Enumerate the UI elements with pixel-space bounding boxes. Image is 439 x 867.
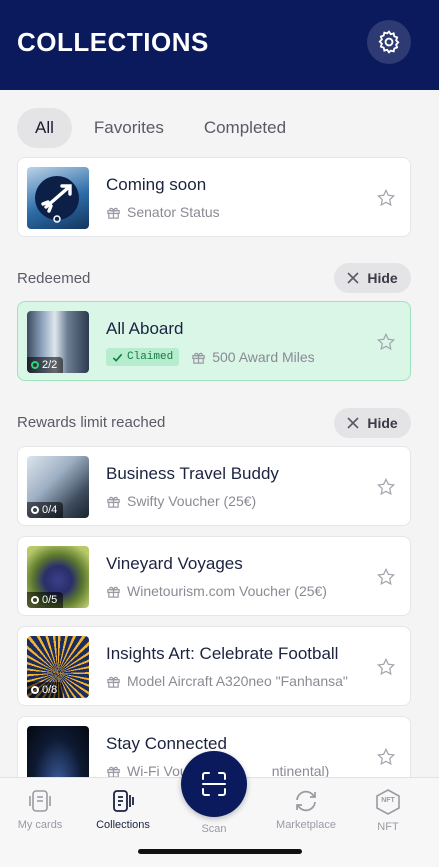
gear-icon [378, 30, 400, 54]
collection-card-business-travel-buddy[interactable]: 0/4 Business Travel Buddy Swifty Voucher… [17, 446, 411, 526]
collection-name: Coming soon [106, 175, 207, 194]
collection-card-vineyard-voyages[interactable]: 0/5 Vineyard Voyages Winetourism.com Vou… [17, 536, 411, 616]
cards-icon [29, 790, 51, 812]
home-indicator [138, 849, 302, 854]
refresh-exchange-icon [296, 790, 316, 812]
collection-card-coming-soon[interactable]: Coming soon Senator Status [17, 157, 411, 237]
star-icon[interactable] [376, 477, 396, 497]
checkmark-icon [112, 353, 123, 362]
claimed-badge: Claimed [106, 348, 180, 366]
nft-hexagon-icon: NFT [374, 788, 402, 816]
star-icon[interactable] [376, 332, 396, 352]
reward-text: Senator Status [127, 204, 220, 220]
collection-name: Insights Art: Celebrate Football [106, 644, 339, 663]
reward-line: Claimed 500 Award Miles [106, 348, 315, 366]
tab-my-cards[interactable]: My cards [0, 788, 80, 831]
collection-thumbnail: 0/4 [27, 456, 89, 518]
scan-button[interactable] [181, 751, 247, 817]
hide-label: Hide [367, 415, 398, 431]
progress-ring-icon [31, 506, 39, 514]
reward-line: Senator Status [106, 204, 220, 220]
collections-icon [113, 790, 134, 812]
progress-badge: 2/2 [27, 357, 64, 373]
collection-card-insights-art[interactable]: 0/8 Insights Art: Celebrate Football Mod… [17, 626, 411, 706]
tab-nft[interactable]: NFT NFT [348, 788, 428, 833]
progress-badge: 0/5 [27, 592, 64, 608]
star-icon[interactable] [376, 567, 396, 587]
gift-icon [107, 586, 120, 598]
close-icon [347, 272, 359, 284]
app-header: COLLECTIONS [0, 0, 439, 90]
reward-line: Model Aircraft A320neo "Fanhansa" [106, 673, 348, 689]
gift-icon [107, 676, 120, 688]
reward-text: Model Aircraft A320neo "Fanhansa" [127, 673, 348, 689]
star-icon[interactable] [376, 657, 396, 677]
star-icon[interactable] [376, 747, 396, 767]
scan-label: Scan [201, 823, 227, 835]
scan-frame-icon [202, 772, 226, 796]
reward-line: Winetourism.com Voucher (25€) [106, 583, 327, 599]
reward-text: 500 Award Miles [212, 349, 315, 365]
tab-favorites[interactable]: Favorites [76, 108, 182, 148]
page-title: COLLECTIONS [17, 27, 209, 57]
collection-thumbnail [27, 167, 89, 229]
gift-icon [107, 496, 120, 508]
filter-tabs: All Favorites Completed [17, 108, 304, 148]
reward-text: Winetourism.com Voucher (25€) [127, 583, 327, 599]
tab-completed[interactable]: Completed [186, 108, 304, 148]
progress-badge: 0/4 [27, 502, 64, 518]
hide-redeemed-button[interactable]: Hide [334, 263, 411, 293]
collection-name: Vineyard Voyages [106, 554, 243, 573]
collection-thumbnail: 0/8 [27, 636, 89, 698]
hide-limit-reached-button[interactable]: Hide [334, 408, 411, 438]
tab-collections[interactable]: Collections [83, 788, 163, 831]
collection-thumbnail: 0/5 [27, 546, 89, 608]
collection-card-all-aboard[interactable]: 2/2 All Aboard Claimed 500 Award Miles [17, 301, 411, 381]
reward-text: Swifty Voucher (25€) [127, 493, 257, 509]
close-icon [347, 417, 359, 429]
collection-name: All Aboard [106, 319, 184, 338]
progress-badge: 0/8 [27, 682, 64, 698]
section-label-redeemed: Redeemed [17, 270, 91, 287]
reward-line: Swifty Voucher (25€) [106, 493, 256, 509]
progress-ring-icon [31, 596, 39, 604]
tab-all[interactable]: All [17, 108, 72, 148]
progress-ring-icon [31, 361, 39, 369]
progress-ring-icon [31, 686, 39, 694]
star-icon[interactable] [376, 188, 396, 208]
airplane-badge-icon [35, 176, 79, 223]
section-label-limit-reached: Rewards limit reached [17, 414, 166, 431]
hide-label: Hide [367, 270, 398, 286]
collection-name: Business Travel Buddy [106, 464, 279, 483]
collection-thumbnail: 2/2 [27, 311, 89, 373]
tab-marketplace[interactable]: Marketplace [266, 788, 346, 831]
gift-icon [107, 207, 120, 219]
gift-icon [192, 352, 205, 364]
settings-button[interactable] [367, 20, 411, 64]
